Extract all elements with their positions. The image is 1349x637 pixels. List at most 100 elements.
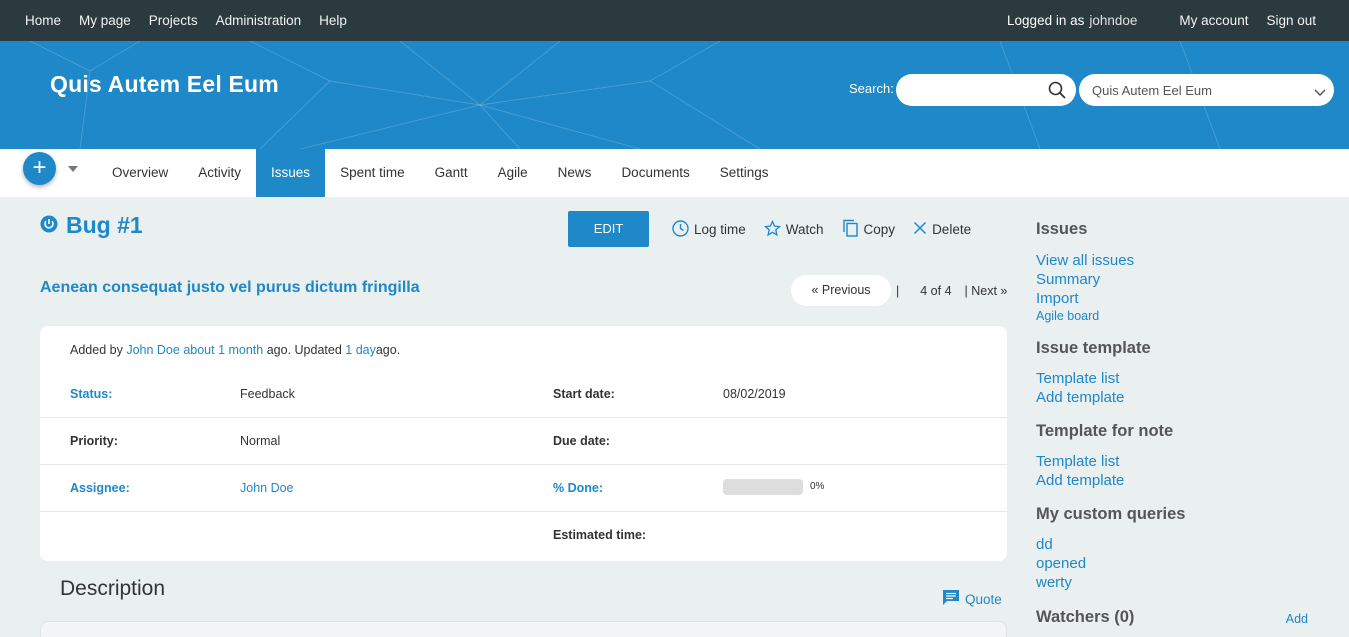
estimated-time-label: Estimated time: bbox=[553, 528, 647, 542]
description-box bbox=[40, 621, 1007, 637]
ago-text: ago. bbox=[375, 343, 401, 357]
author-line: Added by John Doe about 1 month ago. Upd… bbox=[70, 343, 400, 357]
sign-out-link[interactable]: Sign out bbox=[1266, 13, 1316, 28]
add-watcher-link[interactable]: Add bbox=[1286, 612, 1308, 626]
account-menu: Logged in as johndoe My account Sign out bbox=[1007, 0, 1316, 41]
start-date-label: Start date: bbox=[553, 387, 615, 401]
comment-icon bbox=[942, 589, 960, 609]
quote-button[interactable]: Quote bbox=[942, 589, 1002, 609]
assignee-label: Assignee: bbox=[70, 481, 130, 495]
menu-administration-link[interactable]: Administration bbox=[216, 13, 302, 28]
menu-home-link[interactable]: Home bbox=[25, 13, 61, 28]
sidebar-issue-template-links: Template list Add template bbox=[1036, 369, 1326, 407]
delete-label: Delete bbox=[932, 222, 972, 237]
priority-value: Normal bbox=[240, 434, 281, 448]
new-object-button[interactable]: + bbox=[23, 152, 56, 185]
priority-label: Priority: bbox=[70, 434, 118, 448]
copy-label: Copy bbox=[863, 222, 896, 237]
done-progress-bar bbox=[723, 479, 803, 495]
menu-projects-link[interactable]: Projects bbox=[149, 13, 198, 28]
sidebar-queries-links: dd opened werty bbox=[1036, 535, 1326, 592]
view-all-issues-link[interactable]: View all issues bbox=[1036, 251, 1326, 270]
project-title[interactable]: Quis Autem Eel Eum bbox=[50, 71, 279, 98]
issue-details: Added by John Doe about 1 month ago. Upd… bbox=[40, 326, 1007, 561]
assignee-link[interactable]: John Doe bbox=[240, 481, 294, 495]
tab-overview[interactable]: Overview bbox=[97, 149, 183, 197]
details-row: Priority: Normal Due date: bbox=[40, 418, 1007, 465]
delete-button[interactable]: Delete bbox=[913, 219, 971, 240]
new-object-dropdown-icon[interactable] bbox=[68, 166, 78, 172]
author-link[interactable]: John Doe bbox=[126, 343, 180, 357]
agile-board-link[interactable]: Agile board bbox=[1036, 308, 1326, 324]
sidebar-issues-heading: Issues bbox=[1036, 220, 1088, 238]
start-date-value: 08/02/2019 bbox=[723, 387, 786, 401]
status-label: Status: bbox=[70, 387, 113, 401]
done-label: % Done: bbox=[553, 481, 603, 495]
tab-gantt[interactable]: Gantt bbox=[420, 149, 483, 197]
project-jump-select[interactable]: Quis Autem Eel Eum bbox=[1079, 74, 1334, 106]
log-time-button[interactable]: Log time bbox=[672, 219, 746, 240]
project-select-value: Quis Autem Eel Eum bbox=[1092, 83, 1212, 98]
summary-link[interactable]: Summary bbox=[1036, 270, 1326, 289]
clock-icon bbox=[672, 219, 689, 240]
pager-count: 4 of 4 bbox=[920, 283, 952, 298]
tab-spent-time[interactable]: Spent time bbox=[325, 149, 420, 197]
logged-in-as: Logged in as johndoe bbox=[1007, 13, 1137, 28]
added-time-link[interactable]: about 1 month bbox=[183, 343, 263, 357]
issue-template-list-link[interactable]: Template list bbox=[1036, 369, 1326, 388]
close-icon bbox=[913, 221, 927, 238]
query-link-werty[interactable]: werty bbox=[1036, 573, 1326, 592]
copy-button[interactable]: Copy bbox=[842, 219, 896, 240]
updated-text: ago. Updated bbox=[266, 343, 342, 357]
previous-issue-link[interactable]: « Previous bbox=[791, 275, 891, 306]
main-menu: + Overview Activity Issues Spent time Ga… bbox=[0, 149, 1349, 197]
issue-subject: Aenean consequat justo vel purus dictum … bbox=[40, 279, 420, 296]
project-tabs: Overview Activity Issues Spent time Gant… bbox=[97, 149, 784, 197]
quote-label: Quote bbox=[965, 591, 1002, 607]
issue-title: Bug #1 bbox=[66, 212, 143, 238]
edit-button[interactable]: EDIT bbox=[568, 211, 649, 247]
sidebar: Issues View all issues Summary Import Ag… bbox=[1036, 220, 1326, 627]
sidebar-issue-template-heading: Issue template bbox=[1036, 339, 1151, 357]
description-heading: Description bbox=[60, 577, 166, 600]
sidebar-note-template-heading: Template for note bbox=[1036, 422, 1174, 440]
copy-icon bbox=[842, 219, 859, 240]
query-link-dd[interactable]: dd bbox=[1036, 535, 1326, 554]
next-issue-link[interactable]: | Next » bbox=[965, 284, 1008, 298]
my-account-link[interactable]: My account bbox=[1179, 13, 1248, 28]
tab-settings[interactable]: Settings bbox=[705, 149, 784, 197]
issue-actions: Log time Watch Copy Delete bbox=[672, 219, 971, 240]
sidebar-watchers-heading: Watchers (0) bbox=[1036, 608, 1135, 626]
top-menu: Home My page Projects Administration Hel… bbox=[25, 0, 347, 41]
tab-activity[interactable]: Activity bbox=[183, 149, 256, 197]
tab-news[interactable]: News bbox=[543, 149, 607, 197]
watch-label: Watch bbox=[785, 222, 824, 237]
search-input[interactable] bbox=[896, 74, 1076, 106]
query-link-opened[interactable]: opened bbox=[1036, 554, 1326, 573]
sidebar-issues-links: View all issues Summary Import Agile boa… bbox=[1036, 251, 1326, 324]
project-header: Quis Autem Eel Eum Search: Quis Autem Ee… bbox=[0, 41, 1349, 149]
status-value: Feedback bbox=[240, 387, 295, 401]
power-icon bbox=[40, 212, 58, 239]
note-add-template-link[interactable]: Add template bbox=[1036, 471, 1326, 490]
sidebar-note-template-links: Template list Add template bbox=[1036, 452, 1326, 490]
logged-in-label: Logged in as bbox=[1007, 13, 1085, 28]
issue-heading: Bug #1 bbox=[40, 212, 143, 239]
issue-pager: « Previous | 4 of 4 | Next » bbox=[791, 275, 1007, 306]
chevron-down-icon bbox=[1314, 85, 1326, 100]
import-link[interactable]: Import bbox=[1036, 289, 1326, 308]
tab-issues[interactable]: Issues bbox=[256, 149, 326, 197]
menu-my-page-link[interactable]: My page bbox=[79, 13, 131, 28]
search-icon[interactable] bbox=[1048, 81, 1066, 102]
menu-help-link[interactable]: Help bbox=[319, 13, 347, 28]
updated-time-link[interactable]: 1 day bbox=[345, 343, 376, 357]
tab-documents[interactable]: Documents bbox=[606, 149, 704, 197]
issue-add-template-link[interactable]: Add template bbox=[1036, 388, 1326, 407]
username-link[interactable]: johndoe bbox=[1089, 13, 1137, 28]
top-menu-bar: Home My page Projects Administration Hel… bbox=[0, 0, 1349, 41]
added-by-text: Added by bbox=[70, 343, 123, 357]
note-template-list-link[interactable]: Template list bbox=[1036, 452, 1326, 471]
tab-agile[interactable]: Agile bbox=[483, 149, 543, 197]
watch-button[interactable]: Watch bbox=[763, 219, 824, 240]
pager-separator: | bbox=[896, 283, 900, 298]
